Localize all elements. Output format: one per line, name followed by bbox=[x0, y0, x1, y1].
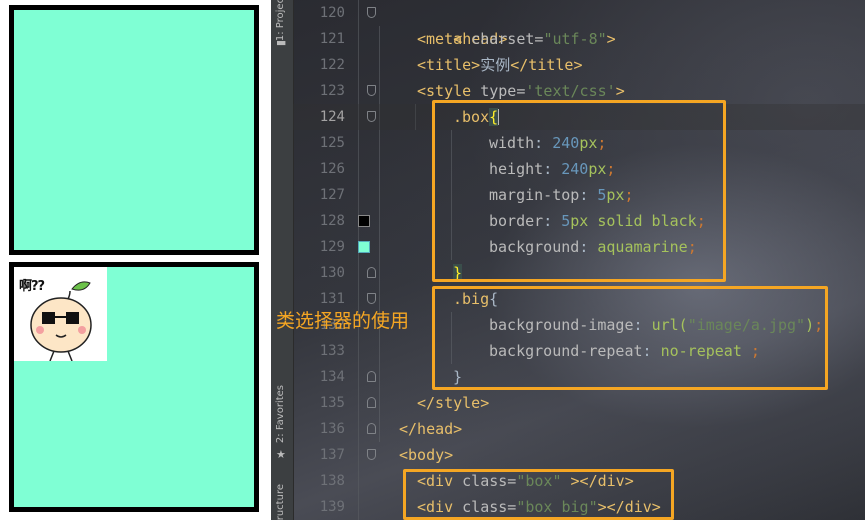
line-number: 138 bbox=[319, 473, 345, 489]
token-tag: <meta bbox=[417, 30, 472, 48]
line-number: 123 bbox=[319, 83, 345, 99]
line-number: 124 bbox=[319, 109, 345, 125]
fold-marker-icon[interactable] bbox=[367, 397, 376, 408]
highlight-box-box-rule bbox=[432, 100, 726, 282]
cartoon-image: 啊?? bbox=[14, 267, 107, 361]
fold-marker-icon[interactable] bbox=[367, 85, 376, 96]
token-string: "utf-8" bbox=[543, 30, 607, 48]
fold-marker-icon[interactable] bbox=[367, 449, 376, 460]
fold-marker-icon[interactable] bbox=[367, 293, 376, 304]
token-tag: </style> bbox=[417, 394, 490, 412]
line-number: 129 bbox=[319, 239, 345, 255]
code-line[interactable]: 135 </style> bbox=[293, 390, 865, 416]
line-number: 134 bbox=[319, 369, 345, 385]
star-icon[interactable]: ★ bbox=[276, 448, 286, 461]
color-swatch-aquamarine[interactable] bbox=[358, 241, 370, 253]
fold-marker-icon[interactable] bbox=[367, 111, 376, 122]
line-number: 125 bbox=[319, 135, 345, 151]
project-tool-tab[interactable]: 1: Project bbox=[275, 0, 286, 41]
code-line[interactable]: 137 <body> bbox=[293, 442, 865, 468]
line-number: 137 bbox=[319, 447, 345, 463]
folder-icon[interactable]: ▬ bbox=[276, 36, 286, 49]
line-number: 127 bbox=[319, 187, 345, 203]
line-number: 128 bbox=[319, 213, 345, 229]
token-tag: <body> bbox=[399, 446, 454, 464]
code-editor[interactable]: 1: Project ▬ 2: Favorites ★ Structure 12… bbox=[271, 0, 865, 520]
line-number: 133 bbox=[319, 343, 345, 359]
fold-marker-icon[interactable] bbox=[367, 371, 376, 382]
fold-marker-icon[interactable] bbox=[367, 7, 376, 18]
line-number: 139 bbox=[319, 499, 345, 515]
structure-tool-tab[interactable]: Structure bbox=[275, 484, 286, 520]
highlight-box-big-rule bbox=[432, 286, 828, 390]
token-string: 'text/css' bbox=[525, 82, 616, 100]
line-number: 120 bbox=[319, 5, 345, 21]
token-tag: <title> bbox=[417, 56, 481, 74]
token-tag: > bbox=[615, 82, 625, 100]
favorites-tool-tab[interactable]: 2: Favorites bbox=[275, 385, 286, 443]
box-big-div: 啊?? bbox=[9, 262, 259, 512]
code-line[interactable]: 122 <title>实例</title> bbox=[293, 52, 865, 78]
rendered-preview: 啊?? bbox=[0, 0, 271, 520]
color-swatch-black[interactable] bbox=[358, 215, 370, 227]
token-tag: </title> bbox=[510, 56, 583, 74]
line-number: 126 bbox=[319, 161, 345, 177]
tool-window-strip: 1: Project ▬ 2: Favorites ★ Structure bbox=[271, 0, 294, 520]
token-tag: <style bbox=[417, 82, 481, 100]
peach-face-drawing bbox=[30, 281, 92, 361]
token-attr: charset= bbox=[471, 30, 544, 48]
box-div bbox=[9, 5, 259, 255]
annotation-label: 类选择器的使用 bbox=[276, 310, 410, 332]
token-tag: > bbox=[606, 30, 616, 48]
code-line[interactable]: 120 <head> bbox=[293, 0, 865, 48]
line-number: 122 bbox=[319, 57, 345, 73]
token-text: 实例 bbox=[480, 56, 511, 74]
code-line[interactable]: 136 </head> bbox=[293, 416, 865, 442]
token-attr: type= bbox=[480, 82, 526, 100]
line-number: 121 bbox=[319, 31, 345, 47]
line-number: 135 bbox=[319, 395, 345, 411]
code-line[interactable]: 121 <meta charset="utf-8"> bbox=[293, 26, 865, 52]
highlight-box-divs bbox=[403, 469, 674, 520]
token-tag: </head> bbox=[399, 420, 463, 438]
line-number: 136 bbox=[319, 421, 345, 437]
line-number: 130 bbox=[319, 265, 345, 281]
fold-marker-icon[interactable] bbox=[367, 423, 376, 434]
fold-marker-icon[interactable] bbox=[367, 267, 376, 278]
